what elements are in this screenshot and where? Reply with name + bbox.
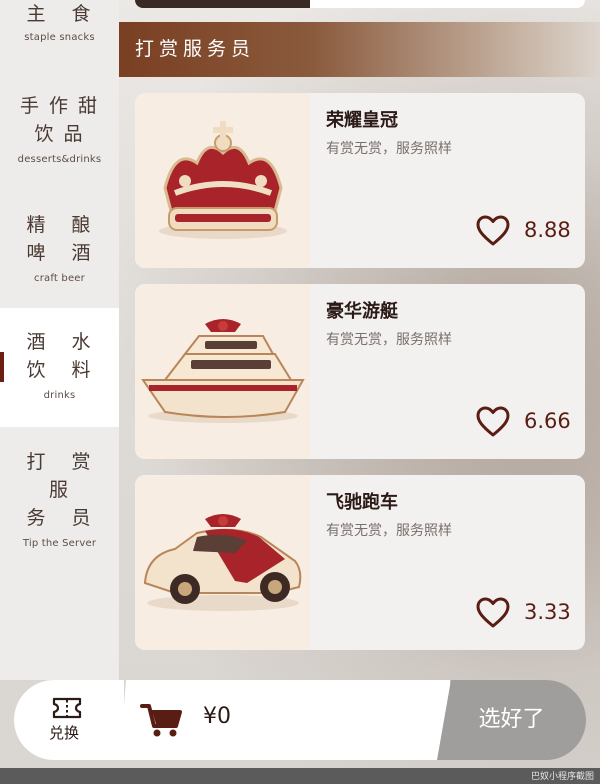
cart-summary[interactable]: ¥0 [120, 680, 450, 760]
product-card-yacht[interactable]: 豪华游艇 有赏无赏，服务照样 6.66 [135, 284, 585, 459]
sidebar-item-label: 酒 水 饮 料 [26, 331, 101, 381]
product-price: 8.88 [524, 218, 571, 242]
sidebar-item-label: 精 酿 啤 酒 [26, 214, 101, 264]
cart-total: ¥0 [203, 704, 231, 729]
yacht-image [135, 284, 310, 459]
sidebar-item-desserts[interactable]: 手作甜 饮品 desserts&drinks [0, 92, 119, 202]
product-description: 有赏无赏，服务照样 [326, 523, 452, 539]
sidebar-item-staple-snacks[interactable]: 主 食 staple snacks [0, 0, 119, 60]
product-name: 荣耀皇冠 [326, 110, 398, 131]
category-sidebar: 主 食 staple snacks 手作甜 饮品 desserts&drinks… [0, 0, 119, 680]
sidebar-item-label: 打 赏 服 务 员 [26, 451, 101, 529]
product-name: 飞驰跑车 [326, 492, 398, 513]
heart-icon[interactable] [476, 406, 510, 438]
sidebar-item-sublabel: drinks [43, 390, 76, 401]
section-header: 打赏服务员 [119, 22, 600, 77]
sidebar-item-sublabel: staple snacks [24, 32, 95, 43]
active-indicator [0, 352, 4, 382]
sidebar-item-label: 主 食 [26, 3, 101, 25]
product-description: 有赏无赏，服务照样 [326, 141, 452, 157]
sports-car-image [135, 475, 310, 650]
product-card-sports-car[interactable]: 飞驰跑车 有赏无赏，服务照样 3.33 [135, 475, 585, 650]
sidebar-item-tip-server[interactable]: 打 赏 服 务 员 Tip the Server [0, 448, 119, 549]
sidebar-item-sublabel: craft beer [34, 273, 85, 284]
sidebar-item-label: 手作甜 饮品 [19, 95, 107, 145]
cart-icon [140, 704, 182, 737]
heart-icon[interactable] [476, 597, 510, 629]
sidebar-item-craft-beer[interactable]: 精 酿 啤 酒 craft beer [0, 211, 119, 311]
footer-strip [0, 768, 600, 784]
sidebar-item-drinks[interactable]: 酒 水 饮 料 drinks [0, 308, 119, 427]
product-price: 6.66 [524, 409, 571, 433]
redeem-button[interactable]: 兑换 [14, 680, 124, 760]
product-card-crown[interactable]: 荣耀皇冠 有赏无赏，服务照样 8.88 [135, 93, 585, 268]
cart-bar: 兑换 ¥0 选好了 [14, 680, 586, 760]
redeem-label: 兑换 [48, 724, 79, 742]
product-description: 有赏无赏，服务照样 [326, 332, 452, 348]
heart-icon[interactable] [476, 215, 510, 247]
watermark: 巴奴小程序截图 [530, 772, 594, 782]
previous-card-edge [135, 0, 585, 8]
ticket-icon [52, 697, 82, 719]
previous-card-image [135, 0, 310, 8]
product-name: 豪华游艇 [326, 301, 398, 322]
crown-image [135, 93, 310, 268]
product-price: 3.33 [524, 600, 571, 624]
confirm-button[interactable]: 选好了 [437, 680, 586, 760]
sidebar-item-sublabel: Tip the Server [22, 538, 97, 549]
sidebar-item-sublabel: desserts&drinks [17, 154, 102, 165]
